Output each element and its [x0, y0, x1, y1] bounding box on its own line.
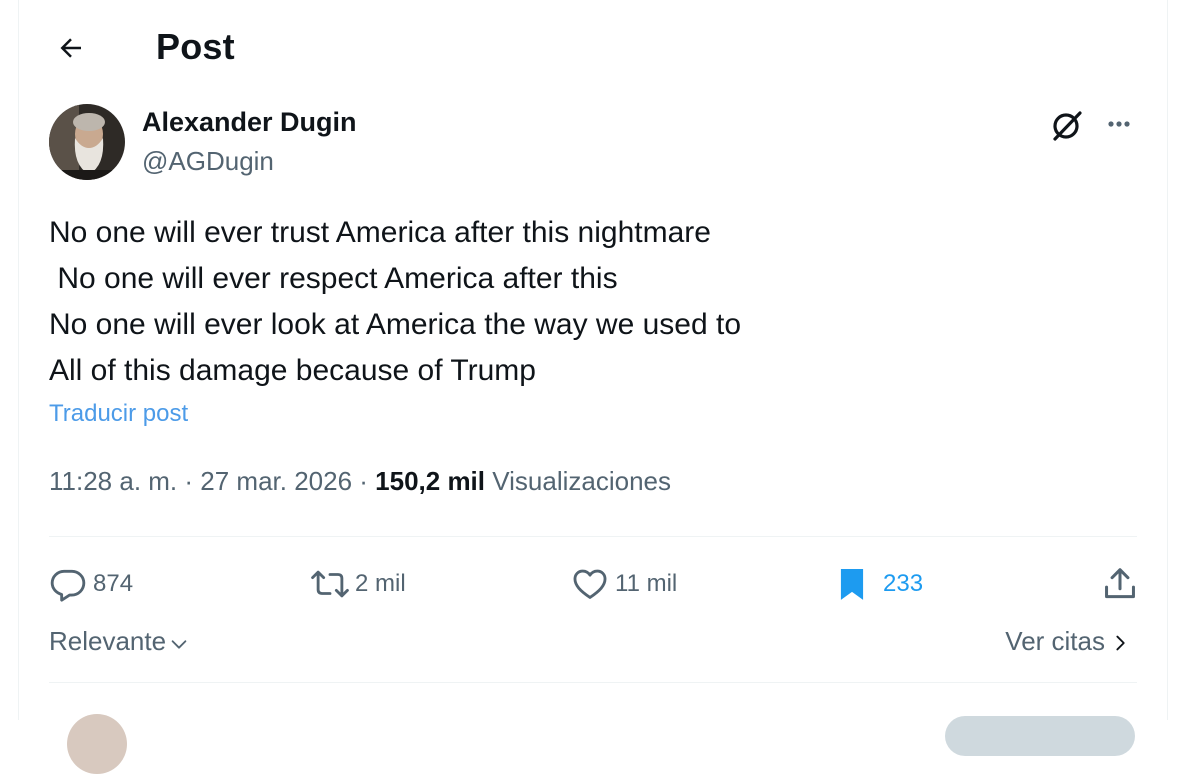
grok-button[interactable]: [1047, 106, 1087, 146]
sort-replies-dropdown[interactable]: Relevante: [49, 626, 190, 657]
author-avatar[interactable]: [49, 104, 125, 180]
post-line: All of this damage because of Trump: [49, 354, 536, 387]
repost-button[interactable]: 2 mil: [311, 560, 406, 608]
post-line: No one will ever trust America after thi…: [49, 216, 711, 249]
more-options-button[interactable]: [1099, 106, 1139, 146]
reply-button-partial[interactable]: [945, 716, 1135, 756]
view-quotes-link[interactable]: Ver citas: [1005, 626, 1131, 657]
page-title: Post: [156, 26, 235, 67]
reply-bubble-icon: [50, 569, 86, 602]
back-button[interactable]: [53, 30, 89, 66]
reply-count: 874: [93, 570, 134, 597]
like-count: 11 mil: [615, 570, 678, 597]
action-bar: 874 2 mil 11 mil 233: [49, 560, 1137, 608]
more-dots-icon: [1108, 121, 1130, 127]
avatar-image: [49, 104, 125, 180]
meta-separator: ·: [177, 466, 201, 496]
share-button[interactable]: [1101, 560, 1139, 608]
like-button[interactable]: 11 mil: [571, 560, 677, 608]
arrow-left-icon: [60, 38, 81, 58]
meta-separator: ·: [352, 466, 376, 496]
sort-label: Relevante: [49, 626, 167, 656]
post-time[interactable]: 11:28 a. m.: [49, 466, 177, 496]
post-line: No one will ever respect America after t…: [49, 262, 618, 295]
bookmark-button[interactable]: 233: [833, 560, 923, 608]
reply-avatar[interactable]: [67, 714, 127, 774]
chevron-down-icon: [171, 639, 187, 649]
post-text: No one will ever trust America after thi…: [49, 210, 741, 394]
post-meta: 11:28 a. m. · 27 mar. 2026 · 150,2 mil V…: [49, 466, 671, 497]
repost-icon: [311, 570, 349, 598]
bookmark-count: 233: [883, 570, 924, 597]
heart-icon: [573, 569, 607, 599]
bookmark-filled-icon: [840, 568, 864, 600]
post-date[interactable]: 27 mar. 2026: [200, 466, 352, 496]
view-quotes-label: Ver citas: [1005, 626, 1105, 656]
page-header: Post: [19, 0, 1167, 96]
divider: [49, 682, 1137, 683]
author-handle[interactable]: @AGDugin: [142, 146, 274, 177]
repost-count: 2 mil: [355, 570, 406, 597]
post-line: No one will ever look at America the way…: [49, 308, 742, 341]
reply-button[interactable]: 874: [49, 560, 133, 608]
share-icon: [1105, 568, 1135, 599]
author-name[interactable]: Alexander Dugin: [142, 107, 357, 138]
grok-icon: [1053, 111, 1082, 141]
divider: [49, 536, 1137, 537]
post-detail-panel: Post Alexander Dugin @AGDugin No one wil…: [18, 0, 1168, 774]
views-label: Visualizaciones: [492, 466, 671, 496]
chevron-right-icon: [1116, 635, 1125, 650]
translate-post-link[interactable]: Traducir post: [49, 400, 188, 428]
views-count: 150,2 mil: [375, 466, 486, 496]
